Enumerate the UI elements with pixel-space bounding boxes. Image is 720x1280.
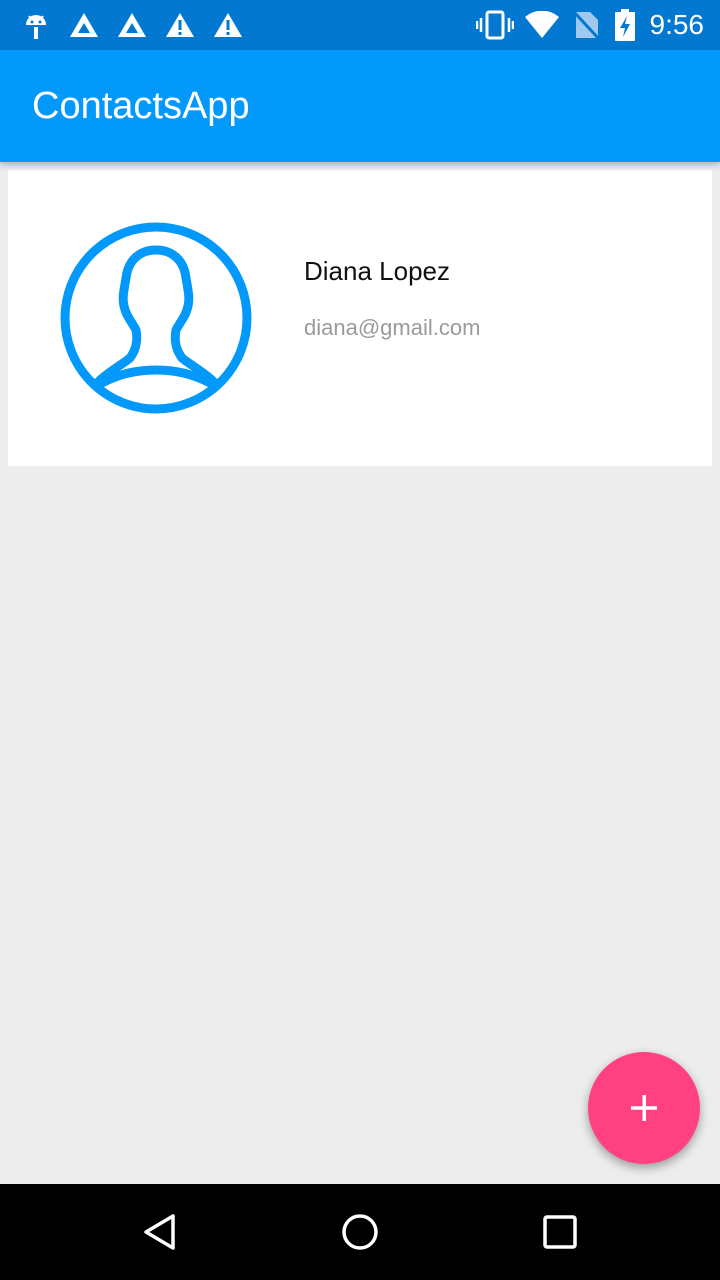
home-icon[interactable]	[340, 1212, 380, 1252]
wifi-icon	[524, 9, 560, 41]
status-bar: 9:56	[0, 0, 720, 50]
app-bar: ContactsApp	[0, 50, 720, 162]
contact-list: Diana Lopez diana@gmail.com	[0, 162, 720, 1184]
vibrate-icon	[476, 9, 514, 41]
navigation-bar	[0, 1184, 720, 1280]
no-sim-icon	[572, 9, 600, 41]
warning-icon	[212, 9, 244, 41]
recents-icon[interactable]	[540, 1212, 580, 1252]
contact-name: Diana Lopez	[304, 256, 450, 286]
triangle-icon	[116, 9, 148, 41]
status-time: 9:56	[649, 9, 705, 40]
person-circle-icon	[60, 222, 252, 414]
app-title: ContactsApp	[32, 85, 250, 127]
contact-card[interactable]: Diana Lopez diana@gmail.com	[8, 170, 712, 466]
triangle-icon	[68, 9, 100, 41]
battery-charging-icon	[614, 9, 636, 41]
android-debug-icon	[22, 9, 50, 41]
back-icon[interactable]	[140, 1212, 180, 1252]
warning-icon	[164, 9, 196, 41]
add-contact-button[interactable]	[588, 1052, 700, 1164]
contact-email: diana@gmail.com	[304, 315, 481, 340]
add-icon	[628, 1092, 660, 1124]
